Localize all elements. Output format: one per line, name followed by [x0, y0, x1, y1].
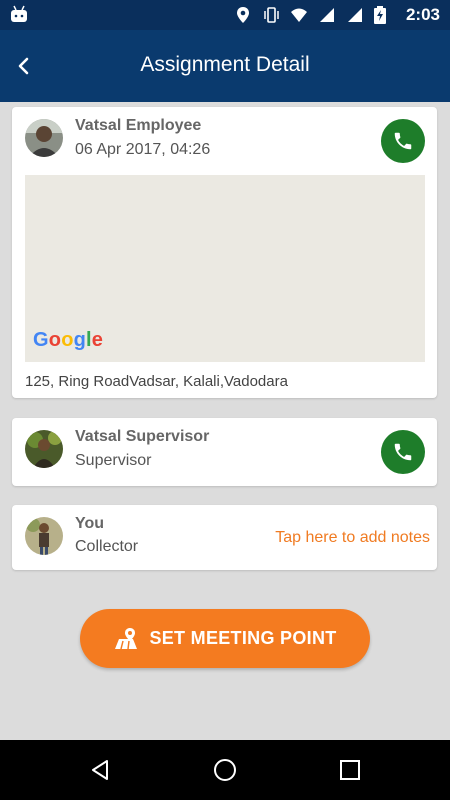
signal-icon — [346, 6, 364, 24]
collector-role: Collector — [75, 538, 139, 555]
set-meeting-point-label: SET MEETING POINT — [149, 628, 337, 648]
home-circle-icon — [214, 759, 236, 781]
employee-avatar[interactable] — [25, 119, 63, 157]
supervisor-card: Vatsal Supervisor Supervisor — [12, 418, 437, 486]
call-supervisor-button[interactable] — [381, 430, 425, 474]
collector-avatar[interactable] — [25, 517, 63, 555]
battery-charging-icon — [373, 6, 392, 24]
employee-address: 125, Ring RoadVadsar, Kalali,Vadodara — [25, 373, 288, 390]
back-triangle-icon — [92, 760, 108, 780]
google-logo: Google — [33, 329, 104, 351]
set-meeting-point-button[interactable]: SET MEETING POINT — [80, 609, 370, 668]
location-icon — [234, 6, 252, 24]
signal-icon — [318, 6, 336, 24]
add-notes-link[interactable]: Tap here to add notes — [275, 529, 430, 547]
supervisor-avatar[interactable] — [25, 430, 63, 468]
collector-card: You Collector Tap here to add notes — [12, 505, 437, 570]
phone-icon — [394, 132, 412, 150]
employee-datetime: 06 Apr 2017, 04:26 — [75, 141, 211, 158]
collector-name: You — [75, 515, 105, 532]
map-pin-icon — [115, 627, 138, 649]
app-bar: Assignment Detail — [0, 30, 450, 102]
employee-name: Vatsal Employee — [75, 117, 202, 134]
wifi-icon — [290, 6, 308, 24]
nav-back-button[interactable] — [85, 755, 115, 785]
nav-home-button[interactable] — [210, 755, 240, 785]
map-view[interactable]: Google — [25, 175, 425, 362]
status-time: 2:03 — [405, 5, 440, 24]
employee-card: Vatsal Employee 06 Apr 2017, 04:26 Googl… — [12, 107, 437, 398]
vibrate-icon — [262, 6, 280, 24]
phone-icon — [394, 443, 412, 461]
call-employee-button[interactable] — [381, 119, 425, 163]
system-nav-bar — [0, 740, 450, 800]
status-bar: 2:03 — [0, 0, 450, 30]
supervisor-role: Supervisor — [75, 452, 152, 469]
recents-square-icon — [340, 760, 360, 780]
supervisor-name: Vatsal Supervisor — [75, 428, 210, 445]
nav-recents-button[interactable] — [335, 755, 365, 785]
page-title: Assignment Detail — [140, 53, 310, 76]
android-icon — [8, 5, 30, 25]
